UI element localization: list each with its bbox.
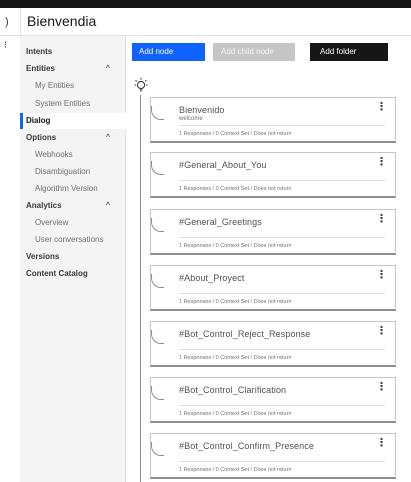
- top-dark-bar: [0, 0, 411, 8]
- node-divider: [179, 125, 385, 126]
- sidebar-item-dialog[interactable]: Dialog: [20, 113, 126, 129]
- sidebar-item-label: Webhooks: [35, 150, 73, 159]
- chevron-up-icon[interactable]: ^: [106, 198, 110, 214]
- node-connector: [151, 442, 164, 456]
- node-status: 1 Responses / 0 Context Set / Does not r…: [179, 355, 292, 361]
- overflow-menu-icon[interactable]: ⋮: [376, 102, 387, 113]
- overflow-menu-icon[interactable]: ⋮: [376, 214, 387, 225]
- sidebar-item-versions[interactable]: Versions: [20, 249, 126, 265]
- node-status: 1 Responses / 0 Context Set / Does not r…: [179, 186, 292, 192]
- dialog-node-general-about-you[interactable]: #General_About_You 1 Responses / 0 Conte…: [150, 152, 396, 198]
- add-node-button[interactable]: Add node: [132, 43, 205, 61]
- sidebar-item-overview[interactable]: Overview: [20, 215, 126, 231]
- overflow-menu-icon[interactable]: ⋮: [376, 326, 387, 337]
- node-status: 1 Responses / 0 Context Set / Does not r…: [179, 243, 292, 249]
- edge-menu-icon[interactable]: ⁝: [4, 41, 7, 51]
- sidebar-item-label: Dialog: [26, 116, 51, 125]
- sidebar-item-algorithm-version[interactable]: Algorithm Version: [20, 181, 126, 197]
- chevron-up-icon[interactable]: ^: [106, 61, 110, 77]
- node-title: #General_About_You: [179, 160, 267, 170]
- chevron-up-icon[interactable]: ^: [106, 130, 110, 146]
- sidebar-item-label: My Entities: [35, 81, 75, 90]
- sidebar-item-label: Content Catalog: [26, 269, 88, 278]
- sidebar-item-my-entities[interactable]: My Entities: [20, 78, 126, 94]
- overflow-menu-icon[interactable]: ⋮: [376, 157, 387, 168]
- sidebar-item-label: Algorithm Version: [35, 184, 98, 193]
- sidebar-item-intents[interactable]: Intents: [20, 44, 126, 60]
- node-status: 1 Responses / 0 Context Set / Does not r…: [179, 467, 292, 473]
- page-title: Bienvendia: [27, 13, 97, 29]
- sidebar-item-label: Versions: [26, 252, 60, 261]
- dialog-node-about-proyect[interactable]: #About_Proyect 1 Responses / 0 Context S…: [150, 265, 396, 311]
- add-folder-button[interactable]: Add folder: [310, 43, 388, 61]
- tree-connector-line: [140, 95, 141, 482]
- sidebar-item-webhooks[interactable]: Webhooks: [20, 147, 126, 163]
- node-title: Bienvenido: [179, 105, 225, 115]
- sidebar-item-disambiguation[interactable]: Disambiguation: [20, 164, 126, 180]
- title-bar: ) Bienvendia: [0, 8, 411, 36]
- back-icon[interactable]: ): [5, 16, 9, 28]
- node-connector: [151, 161, 164, 175]
- dialog-node-general-greetings[interactable]: #General_Greetings 1 Responses / 0 Conte…: [150, 209, 396, 255]
- node-title: #Bot_Control_Confirm_Presence: [179, 441, 314, 451]
- title-divider: [20, 8, 21, 36]
- node-status: 1 Responses / 0 Context Set / Does not r…: [179, 299, 292, 305]
- node-divider: [179, 293, 385, 294]
- lightbulb-icon: [134, 77, 148, 92]
- node-title: #General_Greetings: [179, 217, 262, 227]
- node-condition: welcome: [179, 116, 203, 122]
- overflow-menu-icon[interactable]: ⋮: [376, 382, 387, 393]
- sidebar: Intents Entities ^ My Entities System Ent…: [20, 36, 126, 482]
- overflow-menu-icon[interactable]: ⋮: [376, 270, 387, 281]
- sidebar-item-entities[interactable]: Entities ^: [20, 61, 126, 77]
- sidebar-item-user-conversations[interactable]: User conversations: [20, 232, 126, 248]
- node-connector: [151, 330, 164, 344]
- node-divider: [179, 237, 385, 238]
- dialog-node-bot-control-reject-response[interactable]: #Bot_Control_Reject_Response 1 Responses…: [150, 321, 396, 367]
- sidebar-item-analytics[interactable]: Analytics ^: [20, 198, 126, 214]
- sidebar-item-label: Entities: [26, 64, 55, 73]
- sidebar-item-label: Intents: [26, 47, 53, 56]
- node-divider: [179, 405, 385, 406]
- node-title: #Bot_Control_Clarification: [179, 385, 287, 395]
- sidebar-item-label: Overview: [35, 218, 69, 227]
- node-divider: [179, 461, 385, 462]
- sidebar-item-label: Options: [26, 133, 57, 142]
- sidebar-item-options[interactable]: Options ^: [20, 130, 126, 146]
- sidebar-item-content-catalog[interactable]: Content Catalog: [20, 266, 126, 282]
- dialog-node-bot-control-clarification[interactable]: #Bot_Control_Clarification 1 Responses /…: [150, 377, 396, 423]
- dialog-node-bot-control-confirm-presence[interactable]: #Bot_Control_Confirm_Presence 1 Response…: [150, 433, 396, 479]
- node-connector: [151, 386, 164, 400]
- sidebar-item-system-entities[interactable]: System Entities: [20, 96, 126, 112]
- sidebar-item-label: Analytics: [26, 201, 62, 210]
- node-divider: [179, 349, 385, 350]
- overflow-menu-icon[interactable]: ⋮: [376, 438, 387, 449]
- node-connector: [151, 218, 164, 232]
- node-divider: [179, 180, 385, 181]
- sidebar-item-label: User conversations: [35, 235, 104, 244]
- sidebar-item-label: Disambiguation: [35, 167, 91, 176]
- node-status: 1 Responses / 0 Context Set / Does not r…: [179, 411, 292, 417]
- node-title: #Bot_Control_Reject_Response: [179, 329, 311, 339]
- node-status: 1 Responses / 0 Context Set / Does not r…: [179, 131, 292, 137]
- sidebar-item-label: System Entities: [35, 99, 91, 108]
- node-connector: [151, 274, 164, 288]
- node-connector: [151, 106, 164, 120]
- node-title: #About_Proyect: [179, 273, 245, 283]
- add-child-node-button[interactable]: Add child node: [213, 43, 295, 61]
- dialog-node-bienvenido[interactable]: Bienvenido welcome 1 Responses / 0 Conte…: [150, 97, 396, 143]
